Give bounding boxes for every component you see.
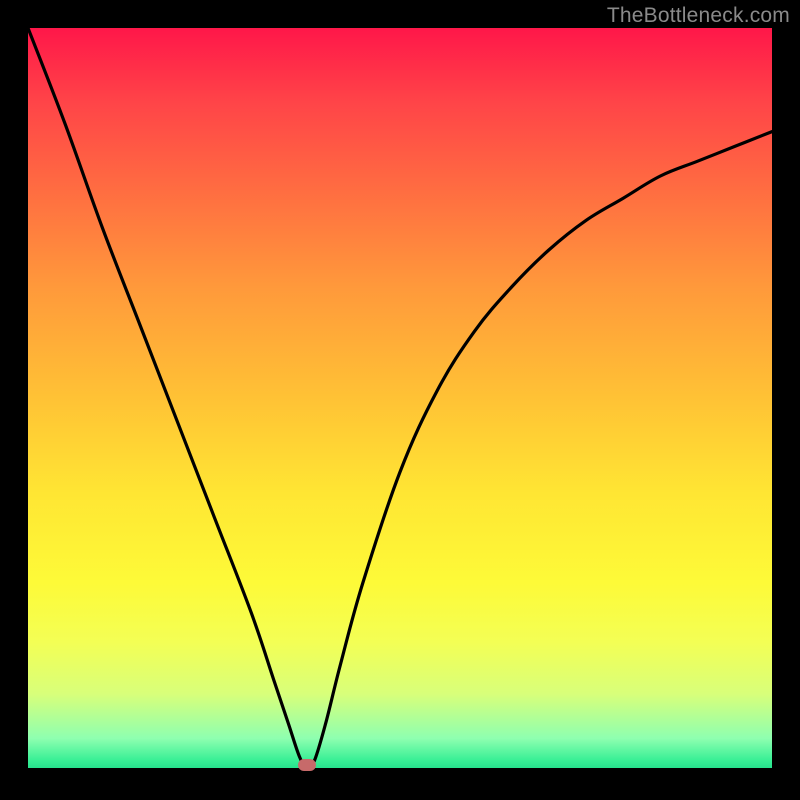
chart-frame: TheBottleneck.com xyxy=(0,0,800,800)
watermark-text: TheBottleneck.com xyxy=(607,4,790,28)
minimum-marker xyxy=(298,759,316,771)
plot-area xyxy=(28,28,772,768)
bottleneck-curve xyxy=(28,28,772,768)
